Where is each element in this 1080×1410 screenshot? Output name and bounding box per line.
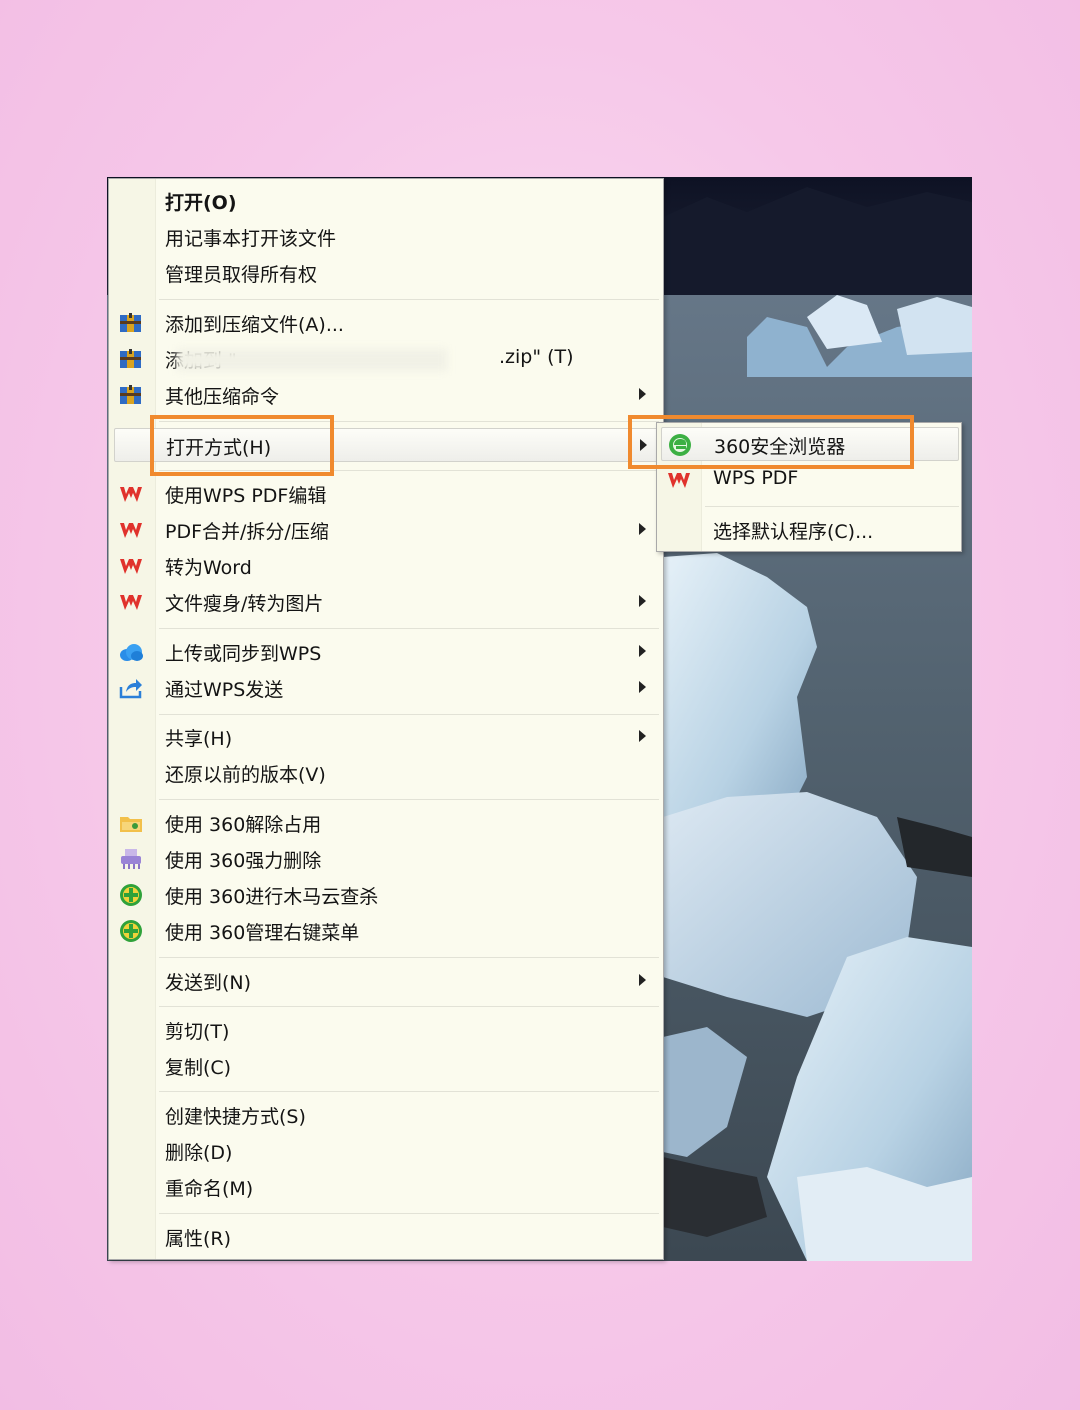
menu-item-label: 使用WPS PDF编辑 (165, 485, 327, 507)
menu-item-label: PDF合并/拆分/压缩 (165, 521, 329, 543)
menu-separator (159, 299, 659, 300)
chevron-right-icon (640, 439, 647, 451)
submenu-item-label: 选择默认程序(C)... (713, 521, 874, 543)
menu-item-other-archive-commands[interactable]: 其他压缩命令 (109, 378, 665, 412)
menu-item-label: 剪切(T) (165, 1021, 230, 1043)
menu-item-label: 使用 360强力删除 (165, 850, 322, 872)
menu-item-label: 重命名(M) (165, 1178, 254, 1200)
menu-item-label: 其他压缩命令 (165, 386, 280, 408)
chevron-right-icon (639, 523, 646, 535)
menu-item-send-to[interactable]: 发送到(N) (109, 964, 665, 998)
menu-item-360-trojan-scan[interactable]: 使用 360进行木马云查杀 (109, 878, 665, 912)
archive-icon (118, 382, 144, 408)
submenu-item-label: WPS PDF (713, 467, 799, 489)
menu-item-label: 文件瘦身/转为图片 (165, 593, 324, 615)
chevron-right-icon (639, 730, 646, 742)
menu-item-open-with-notepad[interactable]: 用记事本打开该文件 (109, 220, 665, 254)
wps-icon (118, 589, 144, 615)
menu-item-convert-to-word[interactable]: 转为Word (109, 549, 665, 583)
menu-item-label: 使用 360解除占用 (165, 814, 322, 836)
menu-item-add-to-archive[interactable]: 添加到压缩文件(A)... (109, 306, 665, 340)
chevron-right-icon (639, 388, 646, 400)
menu-item-label: 上传或同步到WPS (165, 643, 322, 665)
menu-item-label: 使用 360进行木马云查杀 (165, 886, 379, 908)
menu-separator (705, 506, 959, 507)
archive-icon (118, 310, 144, 336)
menu-item-rename[interactable]: 重命名(M) (109, 1170, 665, 1204)
menu-item-label: 添加到压缩文件(A)... (165, 314, 344, 336)
menu-item-properties[interactable]: 属性(R) (109, 1220, 665, 1254)
menu-item-create-shortcut[interactable]: 创建快捷方式(S) (109, 1098, 665, 1132)
chevron-right-icon (639, 681, 646, 693)
wps-icon (118, 517, 144, 543)
menu-item-take-ownership[interactable]: 管理员取得所有权 (109, 256, 665, 290)
menu-item-label: 管理员取得所有权 (165, 264, 318, 286)
menu-item-label: 删除(D) (165, 1142, 233, 1164)
shredder-icon (118, 846, 144, 872)
menu-item-label: 共享(H) (165, 728, 233, 750)
menu-separator (159, 421, 659, 422)
menu-item-upload-to-wps[interactable]: 上传或同步到WPS (109, 635, 665, 669)
menu-item-add-to-zip[interactable]: 添加到 " .zip" (T) (109, 342, 665, 376)
menu-item-label: 还原以前的版本(V) (165, 764, 326, 786)
chevron-right-icon (639, 974, 646, 986)
menu-item-label: 用记事本打开该文件 (165, 228, 337, 250)
menu-item-label: 属性(R) (165, 1228, 232, 1250)
blurred-filename (177, 349, 447, 371)
submenu-item-choose-default-program[interactable]: 选择默认程序(C)... (657, 513, 963, 547)
submenu-item-360-browser[interactable]: 360安全浏览器 (661, 427, 959, 461)
menu-item-wps-pdf-edit[interactable]: 使用WPS PDF编辑 (109, 477, 665, 511)
submenu-item-wps-pdf[interactable]: WPS PDF (657, 463, 963, 497)
context-menu: 打开(O) 用记事本打开该文件 管理员取得所有权 添加到压缩文件(A)... 添… (108, 178, 664, 1260)
menu-item-restore-previous-versions[interactable]: 还原以前的版本(V) (109, 756, 665, 790)
menu-separator (159, 714, 659, 715)
menu-separator (159, 957, 659, 958)
menu-item-360-manage-context-menu[interactable]: 使用 360管理右键菜单 (109, 914, 665, 948)
wps-icon (118, 481, 144, 507)
menu-item-360-force-delete[interactable]: 使用 360强力删除 (109, 842, 665, 876)
chevron-right-icon (639, 645, 646, 657)
menu-item-open-with[interactable]: 打开方式(H) (114, 428, 660, 462)
menu-item-label: 转为Word (165, 557, 252, 579)
menu-item-delete[interactable]: 删除(D) (109, 1134, 665, 1168)
folder-unlock-icon (118, 810, 144, 836)
open-with-submenu: 360安全浏览器 WPS PDF 选择默认程序(C)... (656, 422, 962, 552)
share-icon (118, 675, 144, 701)
360-guard-icon (118, 918, 144, 944)
archive-icon (118, 346, 144, 372)
menu-separator (159, 799, 659, 800)
menu-item-open[interactable]: 打开(O) (109, 184, 665, 218)
chevron-right-icon (639, 595, 646, 607)
menu-item-send-via-wps[interactable]: 通过WPS发送 (109, 671, 665, 705)
menu-item-label: 使用 360管理右键菜单 (165, 922, 360, 944)
menu-separator (159, 1091, 659, 1092)
menu-separator (159, 628, 659, 629)
submenu-item-label: 360安全浏览器 (714, 436, 846, 458)
menu-separator (159, 1213, 659, 1214)
menu-item-label: 通过WPS发送 (165, 679, 284, 701)
menu-icon-gutter (109, 179, 156, 1259)
wps-icon (666, 467, 692, 493)
menu-item-label-suffix: .zip" (T) (499, 346, 574, 368)
menu-separator (159, 470, 659, 471)
menu-item-360-unlock[interactable]: 使用 360解除占用 (109, 806, 665, 840)
360-browser-icon (667, 432, 693, 458)
menu-item-label: 打开方式(H) (166, 437, 272, 459)
menu-item-label: 复制(C) (165, 1057, 232, 1079)
menu-item-pdf-merge-split[interactable]: PDF合并/拆分/压缩 (109, 513, 665, 547)
menu-item-cut[interactable]: 剪切(T) (109, 1013, 665, 1047)
menu-separator (159, 1006, 659, 1007)
cloud-icon (118, 639, 144, 665)
menu-item-share[interactable]: 共享(H) (109, 720, 665, 754)
menu-item-label: 创建快捷方式(S) (165, 1106, 306, 1128)
menu-item-file-slim[interactable]: 文件瘦身/转为图片 (109, 585, 665, 619)
menu-item-label: 打开(O) (165, 192, 237, 214)
360-guard-icon (118, 882, 144, 908)
wps-icon (118, 553, 144, 579)
menu-item-copy[interactable]: 复制(C) (109, 1049, 665, 1083)
menu-item-label: 发送到(N) (165, 972, 252, 994)
